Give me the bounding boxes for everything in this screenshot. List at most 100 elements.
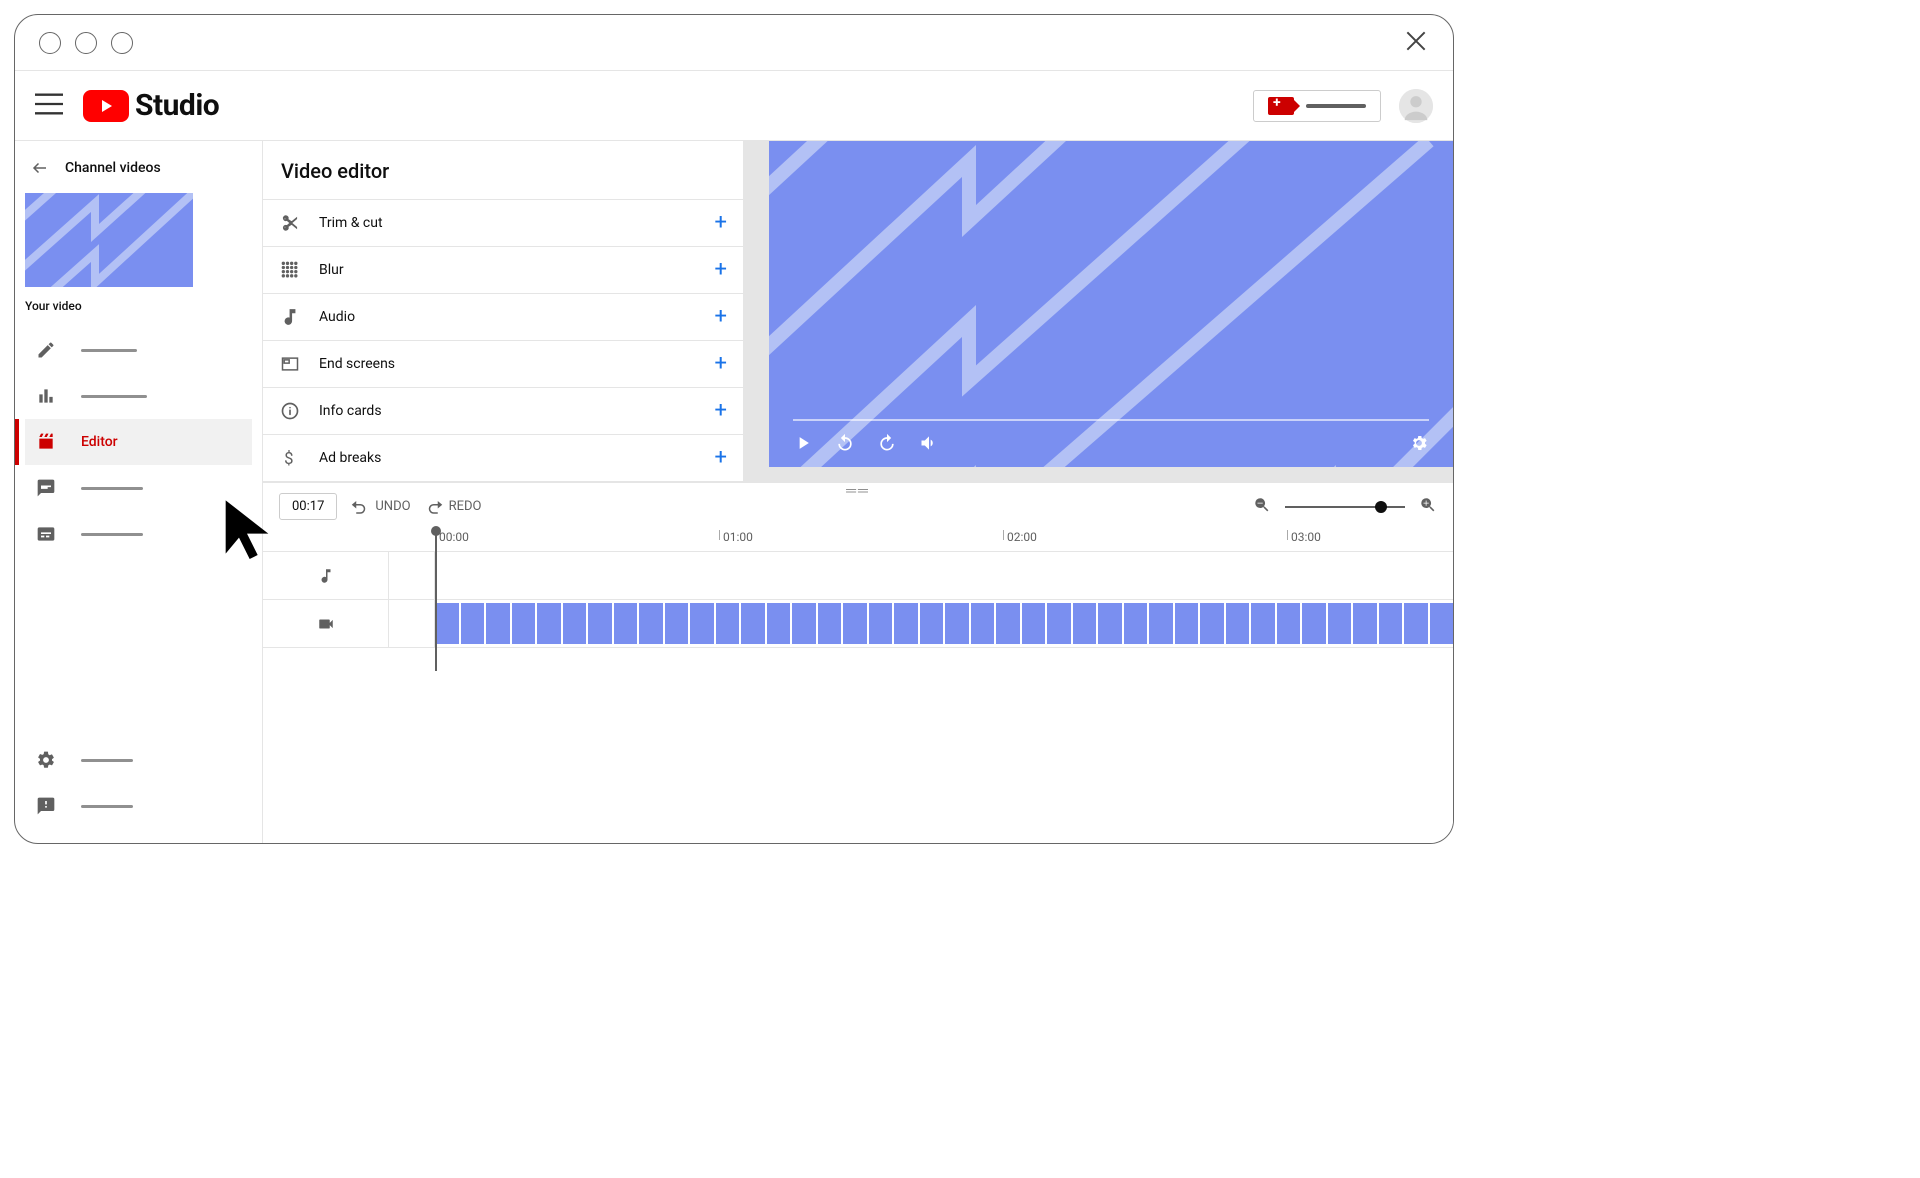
clip-segment[interactable] bbox=[1200, 603, 1224, 644]
video-thumbnail[interactable] bbox=[25, 193, 193, 287]
clip-segment[interactable] bbox=[996, 603, 1020, 644]
zoom-out-icon[interactable] bbox=[1253, 496, 1271, 518]
create-button[interactable] bbox=[1253, 90, 1381, 122]
clip-segment[interactable] bbox=[665, 603, 689, 644]
clip-segment[interactable] bbox=[1149, 603, 1173, 644]
clip-segment[interactable] bbox=[614, 603, 638, 644]
clip-segment[interactable] bbox=[1328, 603, 1352, 644]
clip-segment[interactable] bbox=[1226, 603, 1250, 644]
play-icon[interactable] bbox=[793, 433, 813, 457]
clip-segment[interactable] bbox=[1379, 603, 1403, 644]
drag-handle-icon[interactable]: ══ bbox=[846, 482, 870, 499]
clip-segment[interactable] bbox=[1353, 603, 1377, 644]
plus-icon[interactable]: + bbox=[715, 212, 727, 234]
clip-segment[interactable] bbox=[843, 603, 867, 644]
zoom-in-icon[interactable] bbox=[1419, 496, 1437, 518]
settings-gear-icon[interactable] bbox=[1409, 433, 1429, 457]
clip-segment[interactable] bbox=[1022, 603, 1046, 644]
clip-segment[interactable] bbox=[1251, 603, 1275, 644]
tool-ad-breaks[interactable]: $ Ad breaks + bbox=[263, 434, 743, 482]
timecode-display[interactable]: 00:17 bbox=[279, 493, 337, 520]
clip-segment[interactable] bbox=[869, 603, 893, 644]
clip-segment[interactable] bbox=[792, 603, 816, 644]
clip-segment[interactable] bbox=[563, 603, 587, 644]
undo-button[interactable]: UNDO bbox=[351, 498, 410, 516]
tool-info-cards[interactable]: Info cards + bbox=[263, 387, 743, 434]
window-titlebar bbox=[15, 15, 1453, 71]
clip-segment[interactable] bbox=[818, 603, 842, 644]
clip-segment[interactable] bbox=[690, 603, 714, 644]
clip-segment[interactable] bbox=[639, 603, 663, 644]
video-track[interactable] bbox=[263, 600, 1453, 648]
window-dot[interactable] bbox=[39, 32, 61, 54]
back-to-channel-videos[interactable]: Channel videos bbox=[25, 155, 252, 189]
clip-segment[interactable] bbox=[435, 603, 459, 644]
clip-segment[interactable] bbox=[971, 603, 995, 644]
plus-icon[interactable]: + bbox=[715, 447, 727, 469]
clip-segment[interactable] bbox=[1430, 603, 1454, 644]
your-video-label: Your video bbox=[25, 295, 252, 327]
end-screen-icon bbox=[279, 353, 301, 375]
tool-end-screens[interactable]: End screens + bbox=[263, 340, 743, 387]
progress-bar[interactable] bbox=[793, 419, 1429, 421]
clip-segment[interactable] bbox=[1302, 603, 1326, 644]
video-clips[interactable] bbox=[435, 600, 1453, 647]
clip-segment[interactable] bbox=[741, 603, 765, 644]
playhead[interactable] bbox=[435, 530, 437, 671]
clip-segment[interactable] bbox=[537, 603, 561, 644]
window-dot[interactable] bbox=[75, 32, 97, 54]
clip-segment[interactable] bbox=[945, 603, 969, 644]
studio-logo[interactable]: Studio bbox=[83, 88, 219, 123]
time-mark: 00:00 bbox=[439, 530, 469, 544]
video-preview[interactable] bbox=[769, 141, 1453, 467]
timeline-toolbar: ══ 00:17 UNDO REDO bbox=[263, 483, 1453, 530]
pencil-icon bbox=[35, 339, 57, 361]
replay-10-icon[interactable] bbox=[835, 433, 855, 457]
window-dot[interactable] bbox=[111, 32, 133, 54]
close-icon[interactable] bbox=[1403, 28, 1429, 58]
brand-text: Studio bbox=[135, 88, 219, 123]
clip-segment[interactable] bbox=[1124, 603, 1148, 644]
redo-label: REDO bbox=[449, 499, 482, 514]
sidebar-item-editor[interactable]: Editor bbox=[25, 419, 252, 465]
sidebar-item-details[interactable] bbox=[25, 327, 252, 373]
clip-segment[interactable] bbox=[486, 603, 510, 644]
tool-label: Blur bbox=[319, 262, 344, 278]
clip-segment[interactable] bbox=[716, 603, 740, 644]
clip-segment[interactable] bbox=[1047, 603, 1071, 644]
clip-segment[interactable] bbox=[894, 603, 918, 644]
sidebar-item-feedback[interactable] bbox=[25, 783, 252, 829]
clip-segment[interactable] bbox=[461, 603, 485, 644]
nav-label: Editor bbox=[81, 434, 118, 450]
clip-segment[interactable] bbox=[1073, 603, 1097, 644]
clip-segment[interactable] bbox=[1098, 603, 1122, 644]
clip-segment[interactable] bbox=[920, 603, 944, 644]
plus-icon[interactable]: + bbox=[715, 400, 727, 422]
clip-segment[interactable] bbox=[512, 603, 536, 644]
plus-icon[interactable]: + bbox=[715, 353, 727, 375]
clip-segment[interactable] bbox=[1277, 603, 1301, 644]
tool-audio[interactable]: Audio + bbox=[263, 293, 743, 340]
tool-blur[interactable]: Blur + bbox=[263, 246, 743, 293]
clip-segment[interactable] bbox=[1404, 603, 1428, 644]
plus-icon[interactable]: + bbox=[715, 306, 727, 328]
zoom-slider[interactable] bbox=[1285, 506, 1405, 508]
timeline-ruler[interactable]: 00:00 01:00 02:00 03:00 bbox=[263, 530, 1453, 552]
clip-segment[interactable] bbox=[1175, 603, 1199, 644]
clip-segment[interactable] bbox=[767, 603, 791, 644]
menu-icon[interactable] bbox=[35, 93, 63, 119]
volume-icon[interactable] bbox=[919, 433, 939, 457]
sidebar-item-settings[interactable] bbox=[25, 737, 252, 783]
account-avatar[interactable] bbox=[1399, 89, 1433, 123]
sidebar-item-comments[interactable] bbox=[25, 465, 252, 511]
redo-button[interactable]: REDO bbox=[425, 498, 482, 516]
sidebar-item-subtitles[interactable] bbox=[25, 511, 252, 557]
window-controls bbox=[39, 32, 133, 54]
plus-icon[interactable]: + bbox=[715, 259, 727, 281]
tool-trim-cut[interactable]: Trim & cut + bbox=[263, 199, 743, 246]
audio-track[interactable] bbox=[263, 552, 1453, 600]
tool-label: Info cards bbox=[319, 403, 382, 419]
forward-10-icon[interactable] bbox=[877, 433, 897, 457]
sidebar-item-analytics[interactable] bbox=[25, 373, 252, 419]
clip-segment[interactable] bbox=[588, 603, 612, 644]
